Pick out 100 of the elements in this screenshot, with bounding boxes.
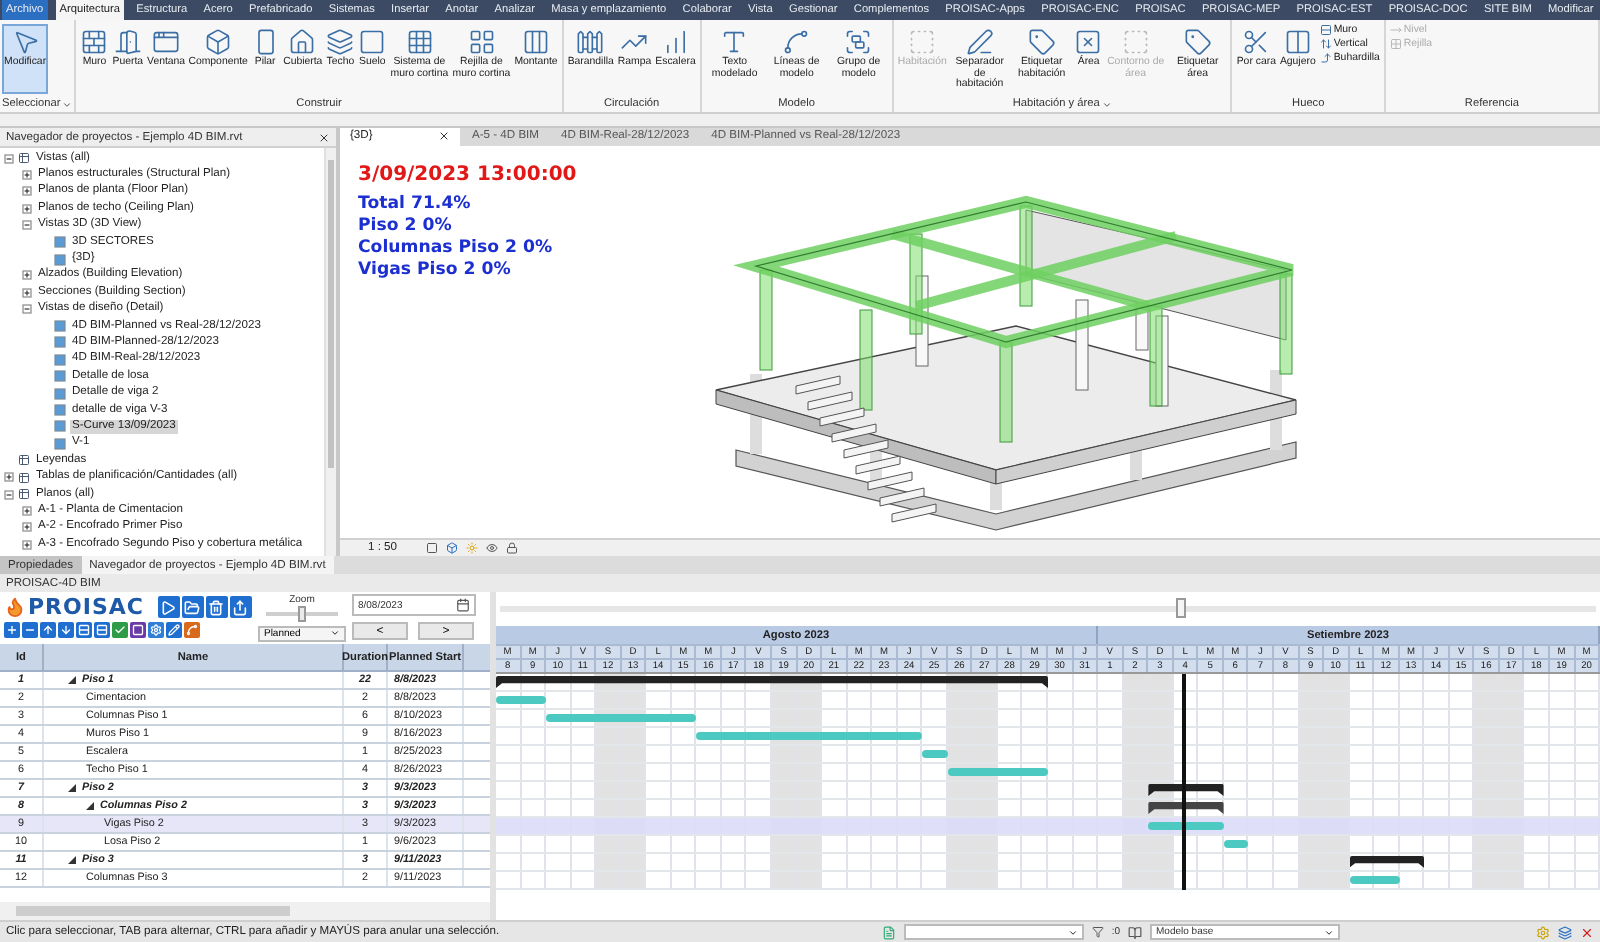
folder-list-icon — [18, 152, 30, 165]
toolbar-button[interactable] — [205, 596, 228, 618]
caret-icon — [329, 628, 340, 639]
square-icon — [132, 624, 144, 636]
expand-toggle[interactable] — [22, 304, 32, 315]
caret-icon — [1324, 927, 1334, 937]
dashed-square-icon — [908, 28, 937, 56]
toolbar-button[interactable] — [229, 596, 252, 618]
cube-icon[interactable] — [445, 541, 458, 554]
crossed-square-icon — [1074, 28, 1103, 56]
toolbar-button[interactable] — [157, 596, 180, 618]
expand-triangle[interactable] — [86, 802, 94, 810]
book-icon[interactable] — [1128, 925, 1142, 939]
toolbar-button[interactable] — [58, 622, 74, 638]
layers-icon[interactable] — [1558, 925, 1572, 939]
steps-icon — [661, 28, 690, 56]
eye-icon[interactable] — [485, 541, 498, 554]
cube-icon — [204, 28, 233, 56]
task-bar[interactable] — [1148, 822, 1224, 830]
toolbar-button[interactable] — [130, 622, 146, 638]
rows-icon — [96, 624, 108, 636]
pencil-icon — [168, 624, 180, 636]
house-icon — [288, 28, 317, 56]
document-icon[interactable] — [881, 925, 896, 939]
square-icon — [358, 28, 387, 56]
wall-icon — [80, 28, 109, 56]
expand-toggle[interactable] — [22, 287, 32, 298]
progress-text: Columnas Piso 2 0% — [358, 237, 553, 260]
expand-toggle[interactable] — [22, 220, 32, 231]
expand-toggle[interactable] — [22, 522, 32, 533]
window-icon — [152, 28, 181, 56]
curve-icon — [782, 28, 811, 56]
caret-icon — [1067, 927, 1078, 937]
grid-icon — [1389, 38, 1402, 50]
columns-icon — [1283, 28, 1312, 56]
flame-icon — [4, 596, 26, 618]
expand-toggle[interactable] — [22, 203, 32, 214]
slider-thumb[interactable] — [1175, 598, 1186, 618]
caret-icon[interactable] — [1101, 99, 1112, 109]
toolbar-button[interactable] — [181, 596, 204, 618]
scrollbar-thumb[interactable] — [16, 906, 291, 916]
tag-icon — [1027, 28, 1056, 56]
expand-triangle[interactable] — [68, 676, 76, 684]
expand-triangle[interactable] — [68, 856, 76, 864]
close-icon[interactable] — [318, 131, 330, 143]
expand-triangle[interactable] — [68, 784, 76, 792]
columns-icon — [522, 28, 550, 56]
toolbar-button[interactable] — [148, 622, 164, 638]
filter-icon[interactable] — [1091, 926, 1104, 938]
square-icon[interactable] — [425, 541, 438, 554]
toolbar-button[interactable] — [76, 622, 92, 638]
toolbar-button[interactable] — [184, 622, 200, 638]
slider-thumb[interactable] — [297, 606, 306, 622]
grid-icon — [467, 28, 496, 56]
grid-icon — [405, 28, 434, 56]
layers-icon — [326, 28, 355, 56]
up-down-arrow-icon — [1319, 38, 1332, 50]
toolbar-button[interactable] — [22, 622, 38, 638]
lock-icon[interactable] — [505, 541, 518, 554]
minus-icon — [24, 624, 36, 636]
simulation-date: 3/09/2023 13:00:00 — [358, 161, 577, 188]
expand-toggle[interactable] — [4, 153, 14, 164]
caret-icon[interactable] — [62, 99, 73, 109]
expand-toggle[interactable] — [4, 489, 14, 499]
scissors-icon — [1242, 28, 1271, 56]
toolbar-button[interactable] — [40, 622, 56, 638]
toolbar-button[interactable] — [4, 622, 20, 638]
folder-list-icon — [18, 471, 30, 484]
pen-icon — [965, 28, 994, 56]
right-arrow-icon — [1389, 24, 1402, 36]
letter-icon — [720, 28, 749, 56]
toolbar-button[interactable] — [166, 622, 182, 638]
expand-toggle[interactable] — [22, 539, 32, 550]
expand-toggle[interactable] — [4, 472, 14, 483]
dashed-square-icon — [1121, 28, 1150, 56]
rows-icon — [1319, 24, 1332, 36]
plus-icon — [6, 624, 18, 636]
expand-toggle[interactable] — [22, 505, 32, 516]
expand-toggle[interactable] — [22, 186, 32, 197]
scrollbar[interactable] — [324, 148, 336, 556]
close-icon[interactable] — [438, 130, 450, 143]
toolbar-button[interactable] — [112, 622, 128, 638]
progress-text: Vigas Piso 2 0% — [358, 259, 511, 282]
expand-toggle[interactable] — [22, 170, 32, 181]
toolbar-button[interactable] — [94, 622, 110, 638]
expand-toggle[interactable] — [22, 270, 32, 281]
down-arrow-icon — [60, 624, 72, 636]
folder-list-icon — [18, 488, 30, 500]
cursor-icon — [11, 28, 40, 56]
tag-icon — [1183, 28, 1212, 56]
progress-text: Total 71.4% — [358, 193, 471, 216]
calendar-icon[interactable] — [455, 598, 470, 612]
progress-text: Piso 2 0% — [358, 215, 452, 238]
scrollbar[interactable] — [0, 902, 490, 920]
gear-icon — [150, 624, 162, 636]
group-icon — [844, 28, 873, 56]
door-icon — [113, 28, 142, 56]
fence-icon — [576, 28, 605, 56]
check-icon — [114, 624, 126, 636]
corner-arrow-icon — [1319, 52, 1332, 64]
